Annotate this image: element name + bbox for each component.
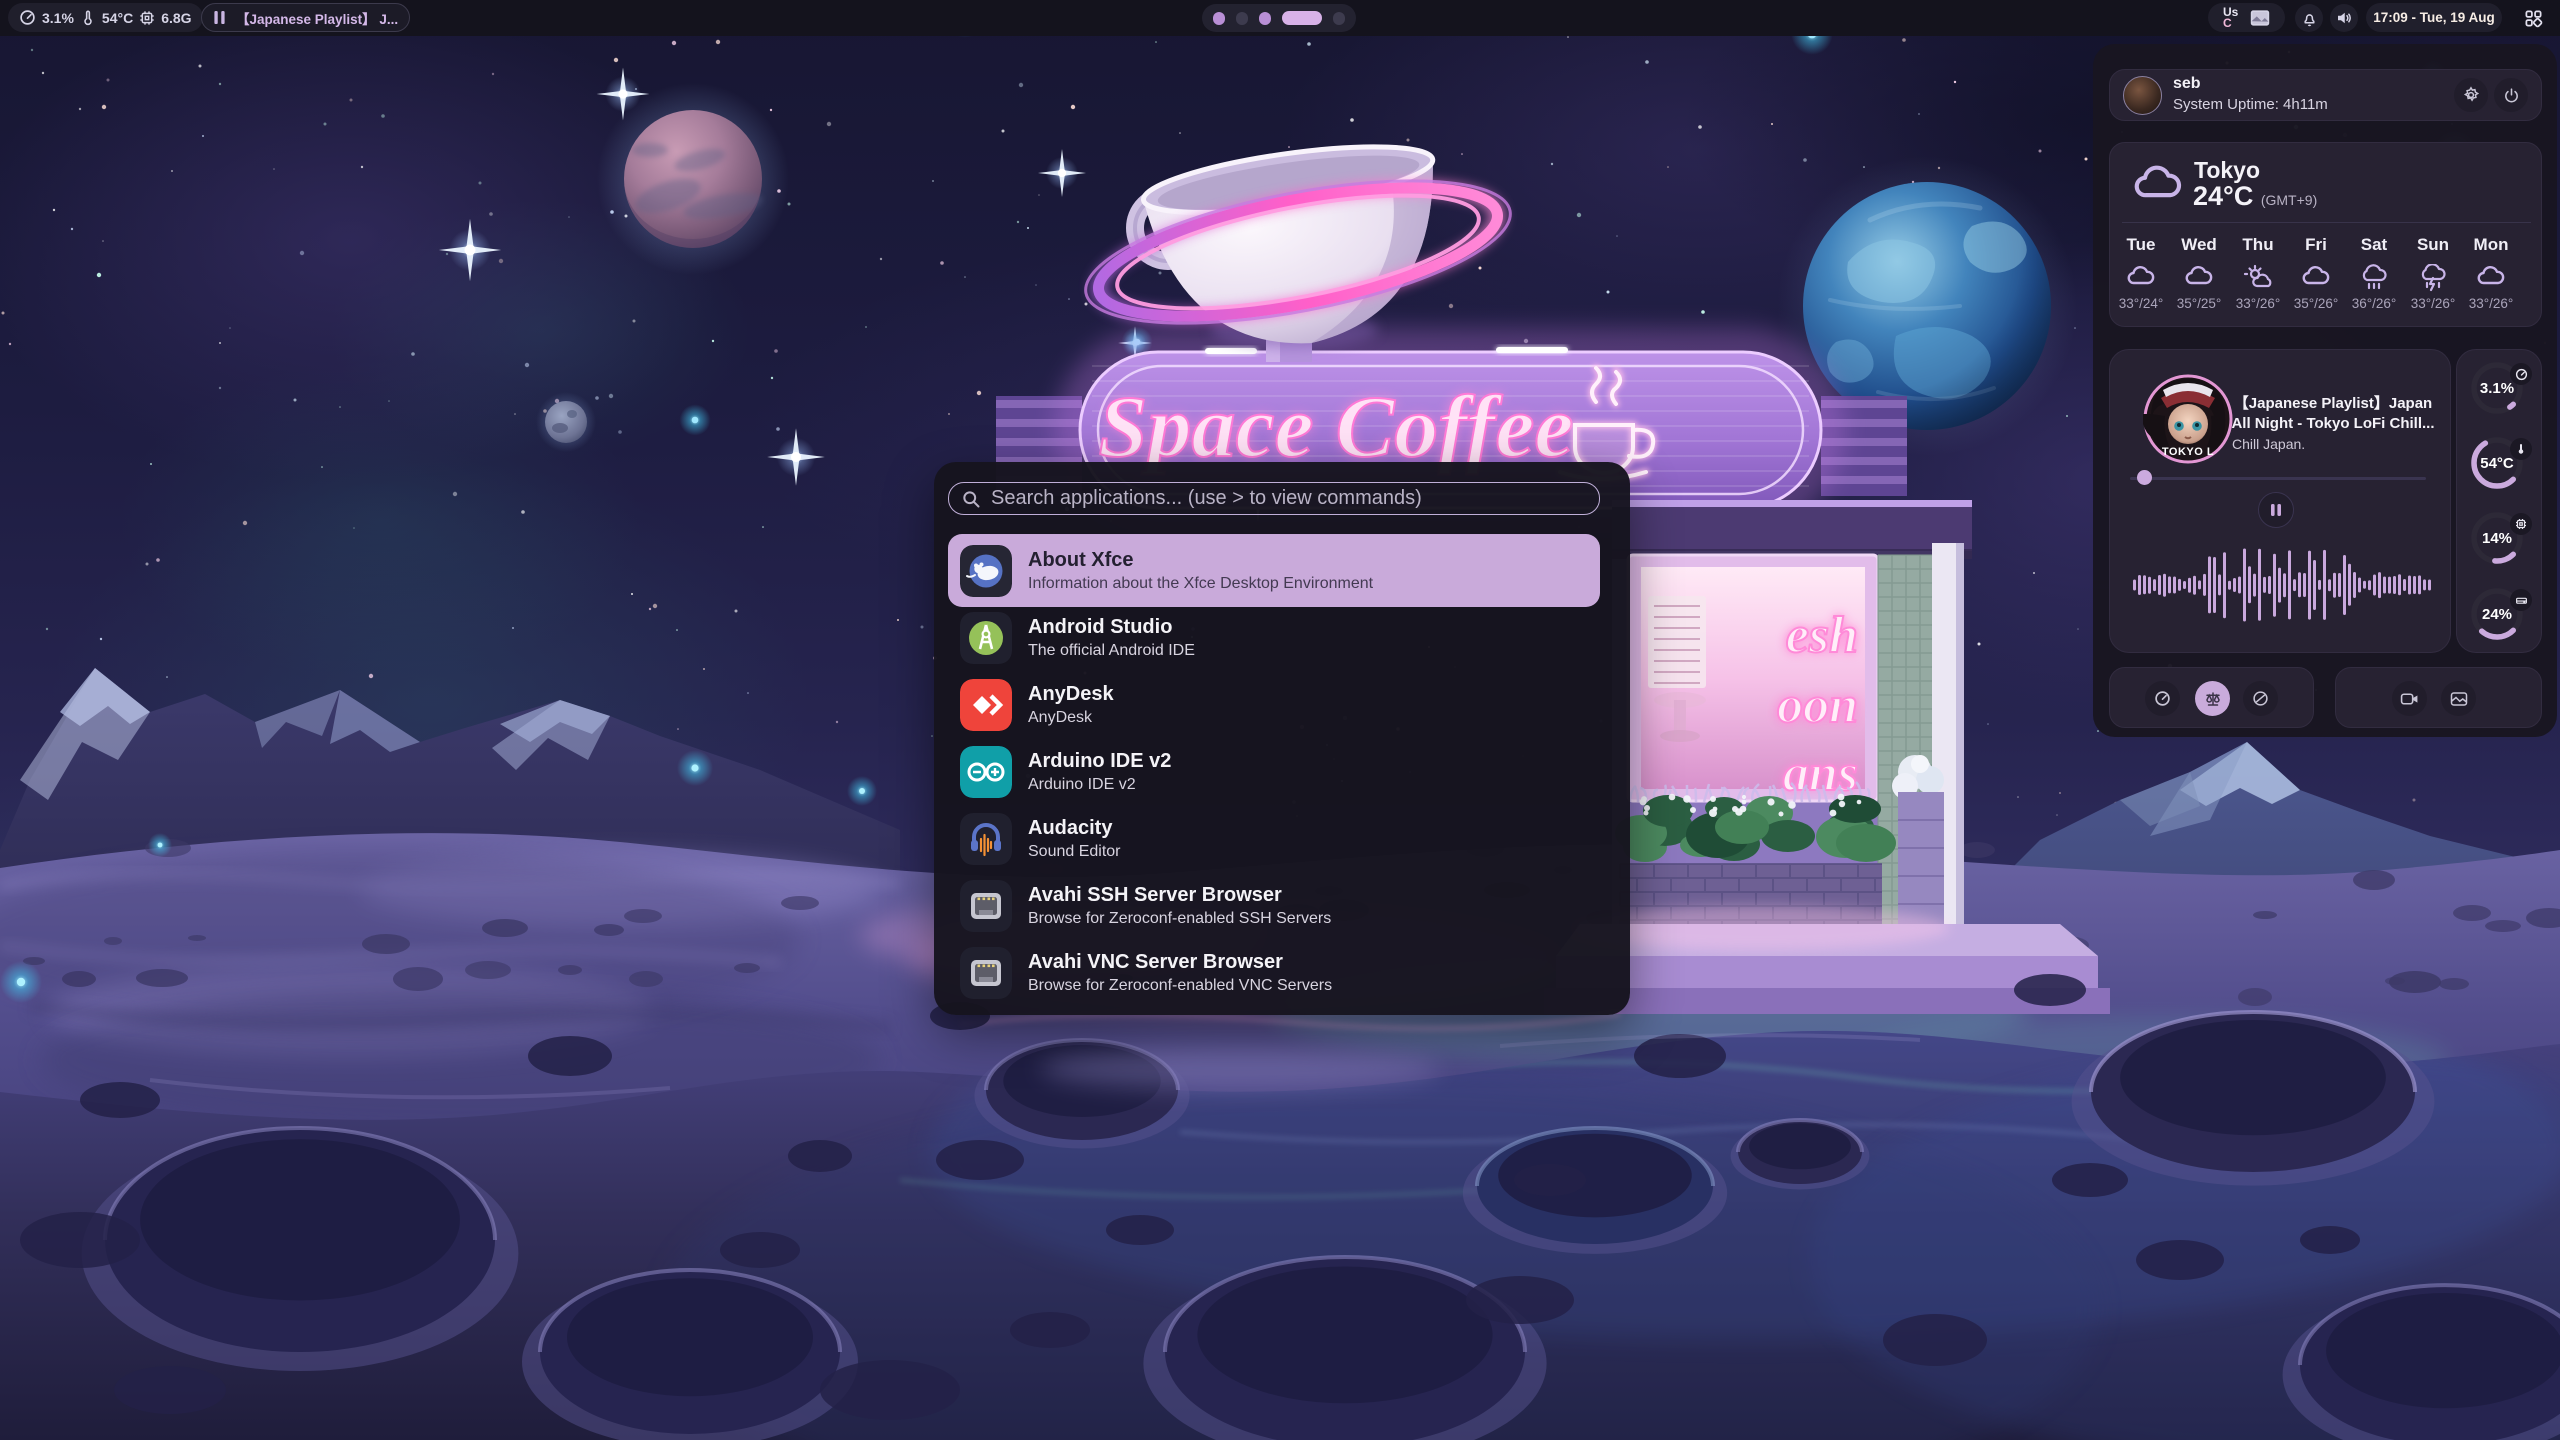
svg-text:14%: 14% bbox=[2482, 530, 2512, 547]
svg-text:24%: 24% bbox=[2482, 606, 2512, 623]
svg-text:esh: esh bbox=[1786, 607, 1858, 664]
svg-text:oon: oon bbox=[1777, 677, 1858, 734]
svg-text:3.1%: 3.1% bbox=[2480, 380, 2514, 397]
svg-text:54°C: 54°C bbox=[2480, 455, 2514, 472]
svg-text:TOKYO L: TOKYO L bbox=[2162, 446, 2214, 458]
